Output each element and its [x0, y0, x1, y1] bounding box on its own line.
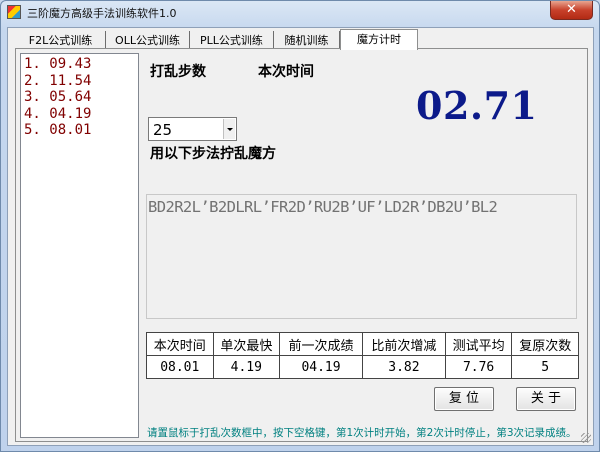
- value-average: 7.76: [444, 355, 513, 379]
- header-delta: 比前次增减: [361, 332, 446, 356]
- table-header-row: 本次时间 单次最快 前一次成绩 比前次增减 测试平均 复原次数: [146, 332, 579, 356]
- value-solve-count: 5: [511, 355, 579, 379]
- value-best-single: 4.19: [212, 355, 281, 379]
- scramble-steps-select[interactable]: 25: [148, 117, 237, 141]
- header-solve-count: 复原次数: [511, 332, 579, 356]
- close-button[interactable]: ✕: [550, 1, 593, 20]
- chevron-down-icon[interactable]: [223, 119, 235, 139]
- value-previous: 04.19: [279, 355, 363, 379]
- scramble-steps-value: 25: [153, 121, 173, 139]
- current-time-label: 本次时间: [258, 64, 314, 80]
- list-item[interactable]: 1. 09.43: [24, 56, 138, 73]
- timer-tab-panel: 1. 09.43 2. 11.54 3. 05.64 4. 04.19 5. 0…: [15, 48, 588, 442]
- app-icon: [7, 5, 21, 19]
- value-current-time: 08.01: [146, 355, 214, 379]
- stats-table: 本次时间 单次最快 前一次成绩 比前次增减 测试平均 复原次数 08.01 4.…: [146, 332, 579, 379]
- header-best-single: 单次最快: [212, 332, 281, 356]
- list-item[interactable]: 2. 11.54: [24, 73, 138, 90]
- resize-grip[interactable]: [581, 433, 591, 443]
- usage-hint: 请置鼠标于打乱次数框中，按下空格键，第1次计时开始，第2次计时停止，第3次记录成…: [147, 427, 577, 439]
- scramble-sequence: BD2R2L’B2DLRL’FR2D’RU2B’UF’LD2R’DB2U’BL2: [146, 194, 577, 319]
- reset-button[interactable]: 复 位: [434, 387, 494, 411]
- list-item[interactable]: 5. 08.01: [24, 122, 138, 139]
- header-previous: 前一次成绩: [279, 332, 363, 356]
- header-average: 测试平均: [444, 332, 513, 356]
- scramble-instruction-label: 用以下步法拧乱魔方: [150, 146, 276, 162]
- table-row: 08.01 4.19 04.19 3.82 7.76 5: [146, 355, 579, 379]
- list-item[interactable]: 3. 05.64: [24, 89, 138, 106]
- value-delta: 3.82: [361, 355, 446, 379]
- app-window: 三阶魔方高级手法训练软件1.0 ✕ F2L公式训练 OLL公式训练 PLL公式训…: [0, 0, 600, 452]
- about-button[interactable]: 关 于: [516, 387, 576, 411]
- tab-timer[interactable]: 魔方计时: [340, 29, 418, 50]
- list-item[interactable]: 4. 04.19: [24, 106, 138, 123]
- header-current-time: 本次时间: [146, 332, 214, 356]
- client-area: F2L公式训练 OLL公式训练 PLL公式训练 随机训练 魔方计时 1. 09.…: [7, 27, 594, 446]
- timer-display: 02.71: [416, 83, 538, 128]
- scramble-steps-label: 打乱步数: [150, 64, 206, 80]
- window-title: 三阶魔方高级手法训练软件1.0: [27, 7, 177, 20]
- times-list[interactable]: 1. 09.43 2. 11.54 3. 05.64 4. 04.19 5. 0…: [20, 53, 139, 438]
- title-bar[interactable]: 三阶魔方高级手法训练软件1.0 ✕: [1, 1, 599, 23]
